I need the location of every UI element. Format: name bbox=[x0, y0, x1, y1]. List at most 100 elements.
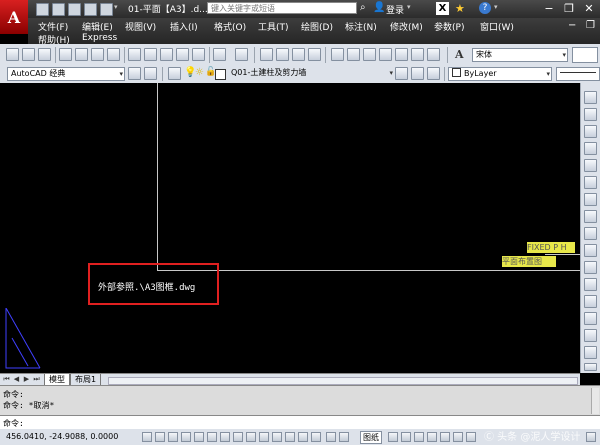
break-icon[interactable] bbox=[584, 295, 597, 308]
undo-icon[interactable] bbox=[100, 3, 113, 16]
search-input[interactable]: 键入关键字或短语 bbox=[207, 2, 357, 14]
undo-toolbar-icon[interactable] bbox=[213, 48, 226, 61]
plot-icon[interactable] bbox=[59, 48, 72, 61]
plot-preview-icon[interactable] bbox=[75, 48, 88, 61]
workspace-switching-icon[interactable] bbox=[427, 432, 437, 442]
extend-icon[interactable] bbox=[584, 261, 597, 274]
zoom-previous-icon[interactable] bbox=[308, 48, 321, 61]
properties-icon[interactable] bbox=[331, 48, 344, 61]
qnew-icon[interactable] bbox=[6, 48, 19, 61]
zoom-window-icon[interactable] bbox=[292, 48, 305, 61]
move-icon[interactable] bbox=[584, 176, 597, 189]
command-history-scrollbar[interactable] bbox=[591, 388, 599, 414]
copy-object-icon[interactable] bbox=[584, 108, 597, 121]
login-button[interactable]: 登录 bbox=[386, 3, 404, 16]
doc-restore-button[interactable]: ❐ bbox=[586, 20, 595, 31]
restore-button[interactable]: ❐ bbox=[561, 2, 577, 15]
match-properties-icon[interactable] bbox=[176, 48, 189, 61]
selection-cycling-icon[interactable] bbox=[311, 432, 321, 442]
save-as-icon[interactable] bbox=[84, 3, 97, 16]
break-at-point-icon[interactable] bbox=[584, 278, 597, 291]
paste-icon[interactable] bbox=[160, 48, 173, 61]
menu-edit[interactable]: 编辑(E) bbox=[82, 20, 113, 33]
zoom-realtime-icon[interactable] bbox=[276, 48, 289, 61]
trim-icon[interactable] bbox=[584, 244, 597, 257]
menu-file[interactable]: 文件(F) bbox=[38, 20, 68, 33]
object-snap-icon[interactable] bbox=[207, 432, 217, 442]
layer-walk-icon[interactable] bbox=[427, 67, 440, 80]
lock-toolbar-icon[interactable] bbox=[440, 432, 450, 442]
text-style-icon[interactable]: A bbox=[455, 48, 464, 61]
menu-window[interactable]: 窗口(W) bbox=[480, 20, 514, 33]
save-toolbar-icon[interactable] bbox=[38, 48, 51, 61]
help-icon[interactable]: ? bbox=[479, 2, 491, 14]
workspace-select[interactable]: AutoCAD 经典 ▾ bbox=[7, 67, 125, 81]
isolate-objects-icon[interactable] bbox=[453, 432, 463, 442]
application-menu-button[interactable]: A bbox=[0, 0, 28, 34]
exchange-apps-icon[interactable]: X bbox=[436, 2, 449, 15]
font-select[interactable]: 宋体 ▾ bbox=[472, 48, 568, 62]
menu-tools[interactable]: 工具(T) bbox=[258, 20, 289, 33]
minimize-button[interactable]: − bbox=[541, 2, 557, 15]
last-tab-icon[interactable]: ⏭ bbox=[32, 375, 41, 384]
quick-access-dropdown-icon[interactable]: ▾ bbox=[114, 3, 122, 14]
array-icon[interactable] bbox=[584, 159, 597, 172]
layer-thaw-sun-icon[interactable]: ☼ bbox=[195, 67, 204, 78]
markup-icon[interactable] bbox=[395, 48, 408, 61]
drawing-canvas[interactable]: FIXED P H 平面布置图 bbox=[0, 83, 580, 373]
pan-icon[interactable] bbox=[260, 48, 273, 61]
quick-properties-icon[interactable] bbox=[298, 432, 308, 442]
copy-icon[interactable] bbox=[144, 48, 157, 61]
annotation-scale-icon[interactable] bbox=[388, 432, 398, 442]
infer-constraints-icon[interactable] bbox=[142, 432, 152, 442]
mirror-icon[interactable] bbox=[584, 125, 597, 138]
lineweight-icon[interactable] bbox=[272, 432, 282, 442]
workspace-save-icon[interactable] bbox=[144, 67, 157, 80]
dynamic-input-icon[interactable] bbox=[259, 432, 269, 442]
menu-insert[interactable]: 插入(I) bbox=[170, 20, 198, 33]
quick-view-layouts-icon[interactable] bbox=[339, 432, 349, 442]
publish-icon[interactable] bbox=[91, 48, 104, 61]
3d-object-snap-icon[interactable] bbox=[220, 432, 230, 442]
menu-express[interactable]: Express bbox=[82, 33, 117, 43]
polar-tracking-icon[interactable] bbox=[194, 432, 204, 442]
snap-mode-icon[interactable] bbox=[155, 432, 165, 442]
color-select[interactable]: ByLayer ▾ bbox=[448, 67, 552, 81]
offset-icon[interactable] bbox=[584, 142, 597, 155]
search-icon[interactable]: ⌕ bbox=[360, 2, 372, 14]
linetype-select[interactable] bbox=[556, 67, 600, 81]
annotation-visibility-icon[interactable] bbox=[401, 432, 411, 442]
chamfer-icon[interactable] bbox=[584, 329, 597, 342]
block-editor-icon[interactable] bbox=[192, 48, 205, 61]
open-file-icon[interactable] bbox=[52, 3, 65, 16]
dynamic-ucs-icon[interactable] bbox=[246, 432, 256, 442]
grid-display-icon[interactable] bbox=[168, 432, 178, 442]
coordinates-readout[interactable]: 456.0410, -24.9088, 0.0000 bbox=[6, 432, 118, 441]
menu-draw[interactable]: 绘图(D) bbox=[301, 20, 333, 33]
menu-dimension[interactable]: 标注(N) bbox=[345, 20, 377, 33]
text-height-input[interactable] bbox=[572, 47, 598, 63]
object-snap-tracking-icon[interactable] bbox=[233, 432, 243, 442]
menu-modify[interactable]: 修改(M) bbox=[390, 20, 423, 33]
3d-dwf-icon[interactable] bbox=[107, 48, 120, 61]
scale-icon[interactable] bbox=[584, 210, 597, 223]
tool-palettes-icon[interactable] bbox=[363, 48, 376, 61]
paper-space-toggle[interactable]: 图纸 bbox=[360, 431, 382, 444]
make-current-layer-icon[interactable] bbox=[395, 67, 408, 80]
login-dropdown-icon[interactable]: ▾ bbox=[407, 3, 411, 11]
layer-properties-icon[interactable] bbox=[168, 67, 181, 80]
layer-color-swatch[interactable] bbox=[215, 69, 226, 80]
help-toolbar-icon[interactable] bbox=[427, 48, 440, 61]
model-space-icon[interactable] bbox=[326, 432, 336, 442]
fillet-icon[interactable] bbox=[584, 346, 597, 359]
layer-select[interactable]: Q01-土建柱及剪力墙 ▾ bbox=[228, 67, 394, 81]
transparency-icon[interactable] bbox=[285, 432, 295, 442]
cut-icon[interactable] bbox=[128, 48, 141, 61]
hardware-acceleration-icon[interactable] bbox=[466, 432, 476, 442]
help-dropdown-icon[interactable]: ▾ bbox=[494, 3, 498, 11]
rotate-icon[interactable] bbox=[584, 193, 597, 206]
new-file-icon[interactable] bbox=[36, 3, 49, 16]
menu-view[interactable]: 视图(V) bbox=[125, 20, 156, 33]
horizontal-scrollbar[interactable] bbox=[108, 377, 578, 385]
join-icon[interactable] bbox=[584, 312, 597, 325]
